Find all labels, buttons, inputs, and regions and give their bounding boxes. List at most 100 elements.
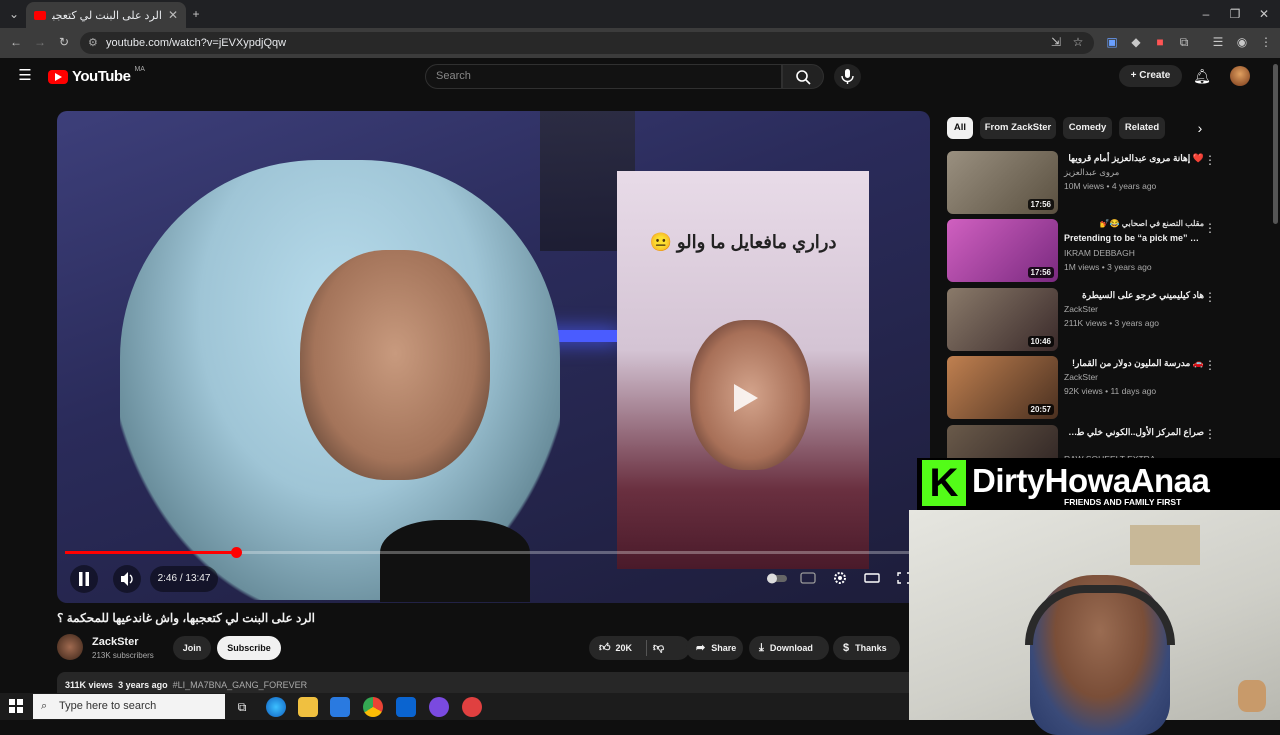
chip-related[interactable]: Related [1119, 117, 1165, 139]
channel-name[interactable]: ZackSter [92, 636, 138, 648]
address-bar[interactable]: ⚙ youtube.com/watch?v=jEVXypdjQqw [80, 32, 1094, 54]
share-button[interactable]: ➦ Share [686, 636, 743, 660]
voice-search-button[interactable] [834, 64, 861, 89]
autoplay-toggle[interactable] [766, 571, 787, 585]
browser-tab[interactable]: الرد على البنت لي كتعجبها، و ✕ [26, 2, 186, 28]
hashtag-link[interactable]: #LI_MA7BNA_GANG_FOREVER [173, 680, 308, 690]
clip-caption: دراري مافعايل ما والو 😐 [649, 232, 837, 252]
play-overlay-icon[interactable] [722, 378, 766, 418]
duration-badge: 10:46 [1027, 336, 1054, 347]
chip-comedy[interactable]: Comedy [1063, 117, 1112, 139]
create-button[interactable]: + Create [1119, 65, 1182, 87]
profile-icon[interactable]: ◉ [1232, 32, 1252, 52]
new-tab-icon[interactable]: + [186, 4, 206, 24]
dislike-button[interactable]: 👎︎ [653, 636, 664, 660]
url-text: youtube.com/watch?v=jEVXypdjQqw [106, 37, 287, 49]
adblock-extension-icon[interactable]: ■ [1150, 32, 1170, 52]
install-app-icon[interactable]: ⇲ [1046, 32, 1066, 52]
pause-button[interactable] [70, 565, 98, 593]
taskbar-search-input[interactable]: ⌕ Type here to search [33, 694, 225, 719]
channel-avatar[interactable] [57, 634, 83, 660]
more-actions-icon[interactable]: ⋮ [1204, 290, 1216, 304]
reload-icon[interactable]: ↻ [54, 32, 74, 52]
minimize-icon[interactable]: – [1196, 4, 1216, 24]
youtube-logo[interactable]: YouTube MA [48, 66, 145, 85]
extension-icon[interactable]: ◆ [1126, 32, 1146, 52]
recommendation-title: صراع المركز الأول..الكوني خلي طوبطو يؤجل… [1064, 427, 1204, 437]
forward-icon[interactable]: → [30, 32, 50, 52]
reading-list-icon[interactable]: ☰ [1208, 32, 1228, 52]
obs-icon[interactable] [462, 697, 482, 717]
plus-icon: + [1130, 70, 1140, 81]
tab-title: الرد على البنت لي كتعجبها، و [52, 9, 162, 22]
thanks-button[interactable]: $ Thanks [833, 636, 900, 660]
recommendation-channel: مروى عبدالعزيز [1064, 167, 1120, 177]
join-button[interactable]: Join [173, 636, 211, 660]
youtube-favicon-icon [34, 10, 46, 20]
more-actions-icon[interactable]: ⋮ [1204, 427, 1216, 441]
back-icon[interactable]: ← [6, 32, 26, 52]
file-explorer-icon[interactable] [298, 697, 318, 717]
messenger-icon[interactable] [429, 697, 449, 717]
like-button[interactable]: 👍︎ 20K [599, 636, 632, 660]
recommendation-title: ❤️ إهانة مروى عبدالعزيز أمام قرويها [1068, 153, 1204, 163]
tab-search-icon[interactable]: ⌄ [4, 4, 24, 24]
translate-extension-icon[interactable]: ▣ [1102, 32, 1122, 52]
page-scrollbar[interactable] [1273, 64, 1278, 224]
extensions-puzzle-icon[interactable]: ⧉ [1174, 32, 1194, 52]
microsoft-store-icon[interactable] [330, 697, 350, 717]
theater-mode-icon[interactable] [864, 571, 880, 585]
account-avatar[interactable] [1230, 66, 1250, 86]
microphone [380, 520, 530, 602]
windows-start-icon[interactable] [8, 698, 24, 714]
logo-text: YouTube [72, 68, 131, 85]
youtube-play-logo-icon [48, 69, 68, 84]
duration-badge: 17:56 [1027, 199, 1054, 210]
chip-from-channel[interactable]: From ZackSter [980, 117, 1056, 139]
settings-gear-icon[interactable] [832, 571, 848, 585]
volume-button[interactable] [113, 565, 141, 593]
recommendation-item[interactable]: 17:56 مقلب التصنع في اصحابي 😂💅 Pretendin… [947, 219, 1267, 283]
share-arrow-icon: ➦ [696, 642, 706, 654]
task-view-icon[interactable]: ⧉ [232, 697, 252, 717]
close-window-icon[interactable]: ✕ [1254, 4, 1274, 24]
pause-icon [79, 572, 89, 586]
chrome-taskbar-icon[interactable] [363, 697, 383, 717]
recommendation-channel: ZackSter [1064, 304, 1099, 314]
search-button[interactable] [782, 64, 824, 89]
edge-browser-icon[interactable] [266, 697, 286, 717]
outlook-icon[interactable] [396, 697, 416, 717]
thumbs-down-icon: 👎︎ [653, 642, 665, 654]
recommendation-title: هاد كيليميني خرجو على السيطرة [1082, 290, 1204, 300]
recommendation-item[interactable]: 17:56 ❤️ إهانة مروى عبدالعزيز أمام قرويه… [947, 151, 1267, 215]
download-button[interactable]: ⤓ Download [749, 636, 829, 660]
download-label: Download [769, 643, 813, 653]
recommendation-item[interactable]: 20:57 🚗 مدرسة المليون دولار من القمار! Z… [947, 356, 1267, 420]
search-input[interactable]: Search [425, 64, 782, 89]
video-title: الرد على البنت لي كتعجبها، واش غاندعيها … [57, 611, 315, 625]
captions-icon[interactable] [800, 571, 816, 585]
thumbs-up-icon: 👍︎ [599, 642, 611, 654]
microphone-icon [841, 69, 854, 84]
site-info-icon[interactable]: ⚙ [88, 32, 98, 54]
taskbar-search-icon: ⌕ [41, 700, 48, 712]
subscribe-button[interactable]: Subscribe [217, 636, 281, 660]
more-actions-icon[interactable]: ⋮ [1204, 358, 1216, 372]
chips-next-chevron-icon[interactable]: › [1190, 118, 1210, 138]
bookmark-star-icon[interactable]: ☆ [1068, 32, 1088, 52]
chrome-menu-icon[interactable]: ⋮ [1256, 32, 1276, 52]
hamburger-menu-icon[interactable]: ☰ [15, 66, 35, 86]
recommendation-item[interactable]: 10:46 هاد كيليميني خرجو على السيطرة Zack… [947, 288, 1267, 352]
notifications-bell-icon[interactable]: 🔔︎ [1192, 66, 1212, 86]
close-tab-icon[interactable]: ✕ [168, 8, 178, 22]
chip-all[interactable]: All [947, 117, 973, 139]
more-actions-icon[interactable]: ⋮ [1204, 153, 1216, 167]
like-dislike-group: 👍︎ 20K 👎︎ [589, 636, 690, 660]
restore-icon[interactable]: ❐ [1225, 4, 1245, 24]
like-count: 20K [615, 643, 633, 653]
thanks-label: Thanks [855, 643, 887, 653]
recommendation-title: Pretending to be “a pick me” girl [1064, 233, 1204, 243]
webcam-background-box [1130, 525, 1200, 565]
more-actions-icon[interactable]: ⋮ [1204, 221, 1216, 235]
recommendation-channel: ZackSter [1064, 372, 1099, 382]
